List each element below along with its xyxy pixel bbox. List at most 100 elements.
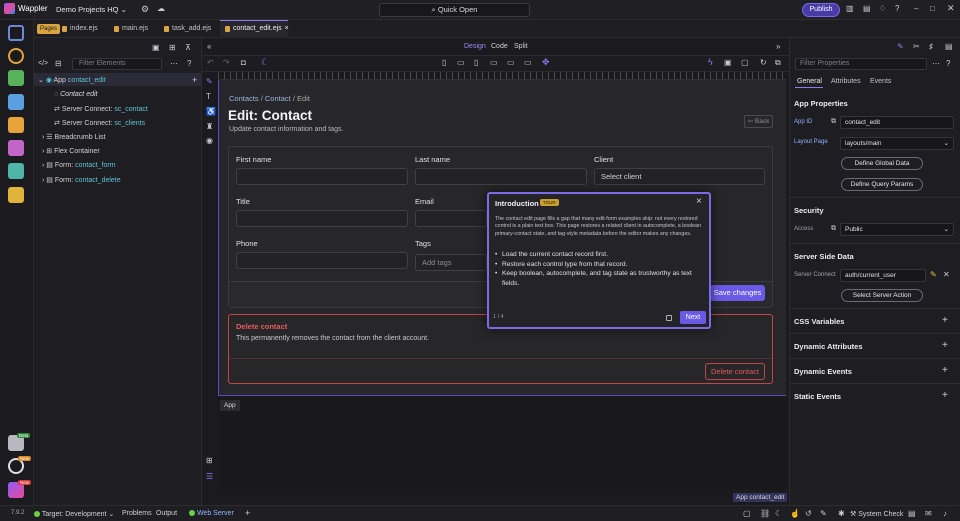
open-browser-icon[interactable]: ⧉: [775, 58, 781, 68]
undo-icon[interactable]: ↶: [207, 58, 214, 67]
tour-next-button[interactable]: Next: [680, 311, 706, 324]
collapse-left-icon[interactable]: «: [207, 42, 211, 51]
publish-button[interactable]: Publish: [802, 3, 840, 17]
add-icon[interactable]: +: [942, 390, 948, 401]
split-mode-button[interactable]: Split: [514, 43, 528, 50]
cloud-icon[interactable]: ☁: [157, 4, 165, 13]
gear-icon[interactable]: ⚙: [141, 4, 149, 15]
mobile-icon[interactable]: ▯: [442, 58, 446, 67]
static-events-heading[interactable]: Static Events: [794, 392, 841, 401]
delete-contact-button[interactable]: Delete contact: [705, 363, 765, 380]
droplet-icon[interactable]: ♢: [879, 4, 886, 13]
moon-icon[interactable]: ☾: [261, 57, 269, 68]
problems-tab[interactable]: Problems: [122, 510, 152, 517]
tab-general[interactable]: General: [797, 78, 822, 85]
save-changes-button[interactable]: Save changes: [710, 285, 765, 301]
tree-item-contact-delete[interactable]: › ▤ Form: contact_delete: [42, 176, 121, 184]
hierarchy-icon[interactable]: ⊼: [185, 43, 191, 52]
clear-icon[interactable]: ✕: [943, 270, 950, 279]
quick-open-button[interactable]: ⌕ Quick Open: [379, 3, 530, 17]
redo-icon[interactable]: ↷: [223, 58, 230, 67]
collapse-right-icon[interactable]: »: [776, 42, 780, 51]
maximize-icon[interactable]: □: [930, 4, 935, 13]
tab-index[interactable]: index.ejs: [62, 25, 98, 32]
chat-icon[interactable]: ✉: [925, 509, 932, 518]
move-icon[interactable]: ✥: [542, 57, 550, 68]
cycle-icon[interactable]: ↺: [805, 509, 812, 518]
add-icon[interactable]: +: [192, 75, 197, 85]
phone-input[interactable]: [236, 252, 408, 269]
component-icon[interactable]: ▣: [152, 43, 160, 52]
pages-icon[interactable]: [8, 25, 24, 41]
tree-item-sc-contact[interactable]: ⇄ Server Connect: sc_contact: [54, 105, 148, 113]
select-server-action-button[interactable]: Select Server Action: [841, 289, 923, 302]
tab-task-add[interactable]: task_add.ejs: [164, 25, 211, 32]
close-tab-icon[interactable]: ×: [285, 25, 289, 32]
back-button[interactable]: ⇦ Back: [744, 115, 773, 128]
add-icon[interactable]: +: [942, 315, 948, 326]
access-select[interactable]: Public ⌄: [840, 223, 954, 236]
tree-item-flex[interactable]: › ⊞ Flex Container: [42, 147, 100, 155]
tab-main[interactable]: main.ejs: [114, 25, 148, 32]
laptop-icon[interactable]: ▭: [490, 58, 498, 67]
robot-icon[interactable]: [8, 187, 24, 203]
text-icon[interactable]: T: [206, 92, 211, 101]
project-selector[interactable]: Demo Projects HQ ⌄: [56, 5, 127, 14]
email-input[interactable]: [415, 210, 487, 227]
server-connect-input[interactable]: auth/current_user: [840, 269, 926, 282]
code-mode-button[interactable]: Code: [491, 43, 508, 50]
define-query-params-button[interactable]: Define Query Params: [841, 178, 923, 191]
last-name-input[interactable]: [415, 168, 587, 185]
design-mode-button[interactable]: Design: [464, 43, 486, 50]
tree-item-breadcrumb[interactable]: › ☰ Breadcrumb List: [42, 133, 106, 141]
breadcrumb-contacts[interactable]: Contacts: [229, 94, 259, 103]
more-icon[interactable]: ⋯: [170, 59, 178, 68]
tab-events[interactable]: Events: [870, 78, 891, 85]
link-icon[interactable]: ⛓: [760, 509, 770, 518]
grid-icon[interactable]: ⊞: [206, 456, 213, 465]
define-global-data-button[interactable]: Define Global Data: [841, 157, 923, 170]
add-icon[interactable]: +: [942, 365, 948, 376]
tree-item-app[interactable]: ⌄ ◉ App contact_edit: [38, 76, 106, 84]
routing-icon[interactable]: [8, 70, 24, 86]
code-icon[interactable]: </>: [38, 60, 48, 67]
filter-properties-input[interactable]: Filter Properties: [795, 58, 927, 70]
target-selector[interactable]: Target: Development ⌄: [34, 510, 114, 518]
tags-input[interactable]: Add tags: [415, 254, 487, 271]
title-input[interactable]: [236, 210, 408, 227]
server-icon[interactable]: ▤: [945, 42, 953, 51]
web-server-tab[interactable]: Web Server: [189, 510, 234, 517]
thumbs-up-icon[interactable]: ☝: [790, 509, 800, 518]
square-icon[interactable]: ▢: [743, 509, 751, 518]
css-icon[interactable]: ♯: [929, 42, 933, 51]
add-icon[interactable]: +: [245, 508, 250, 518]
pencil-icon[interactable]: ✎: [930, 270, 937, 279]
lightning-icon[interactable]: ϟ: [708, 57, 713, 67]
notifications-icon[interactable]: ♪: [943, 509, 947, 518]
save-file-icon[interactable]: ▣: [724, 58, 732, 67]
layers-icon[interactable]: [8, 163, 24, 179]
minimize-icon[interactable]: –: [914, 4, 918, 13]
help-icon[interactable]: ?: [895, 4, 899, 13]
edit-icon[interactable]: ✎: [897, 42, 904, 51]
tour-dont-show-checkbox[interactable]: [666, 315, 672, 321]
monitor-icon[interactable]: ▭: [524, 58, 532, 67]
dynamic-events-heading[interactable]: Dynamic Events: [794, 367, 852, 376]
resources-icon[interactable]: [8, 140, 24, 156]
help-icon[interactable]: ?: [187, 59, 191, 68]
close-icon[interactable]: ×: [696, 196, 702, 207]
breadcrumb-contact[interactable]: Contact: [265, 94, 291, 103]
css-variables-heading[interactable]: CSS Variables: [794, 317, 844, 326]
first-name-input[interactable]: [236, 168, 408, 185]
tree-item-sc-clients[interactable]: ⇄ Server Connect: sc_clients: [54, 119, 145, 127]
panel-icon[interactable]: ▤: [863, 4, 871, 13]
layout-page-select[interactable]: layouts/main ⌄: [840, 137, 954, 150]
add-icon[interactable]: +: [942, 340, 948, 351]
more-icon[interactable]: ⋯: [932, 59, 940, 68]
dynamic-attributes-heading[interactable]: Dynamic Attributes: [794, 342, 863, 351]
close-window-icon[interactable]: ✕: [947, 3, 955, 14]
signpost-icon[interactable]: [8, 117, 24, 133]
menu-icon[interactable]: ☰: [206, 472, 213, 481]
tab-attributes[interactable]: Attributes: [831, 78, 861, 85]
tag-list-icon[interactable]: ⊟: [55, 59, 62, 68]
